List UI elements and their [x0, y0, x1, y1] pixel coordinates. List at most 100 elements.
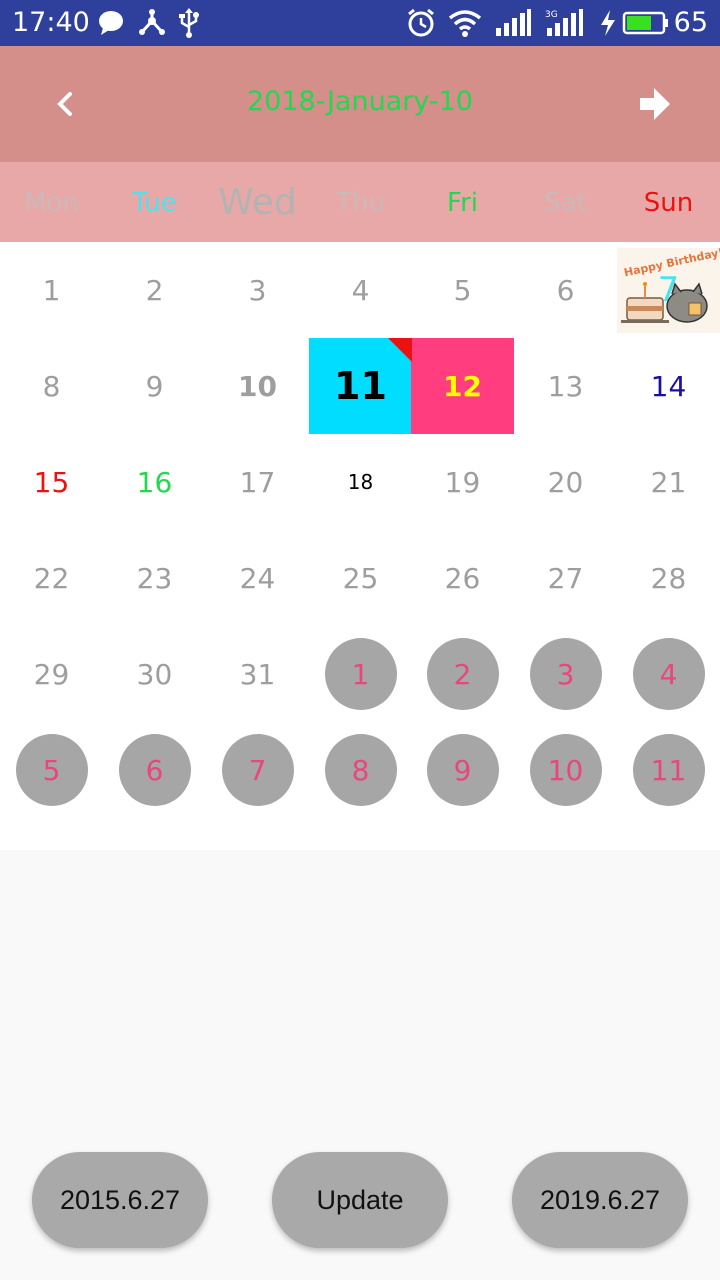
next-month-button[interactable] [630, 76, 680, 132]
usb-icon [179, 8, 199, 38]
day-number: 28 [650, 561, 687, 595]
signal-icon [496, 9, 531, 36]
day-cell[interactable]: 1 [0, 242, 103, 338]
day-cell[interactable]: 10 [514, 722, 617, 818]
day-cell[interactable]: 8 [309, 722, 412, 818]
day-cell[interactable]: 5 [411, 242, 514, 338]
day-number: 3 [248, 273, 267, 307]
day-cell[interactable]: 28 [617, 530, 720, 626]
day-cell[interactable]: 9 [103, 338, 206, 434]
day-number: 4 [351, 273, 370, 307]
day-cell-birthday[interactable]: Happy Birthday! 7 [617, 242, 720, 338]
day-cell[interactable]: 2 [411, 626, 514, 722]
day-cell[interactable]: 18 [309, 434, 412, 530]
day-cell[interactable]: 3 [514, 626, 617, 722]
day-cell[interactable]: 8 [0, 338, 103, 434]
day-number: 11 [334, 364, 387, 408]
weekday-mon: Mon [24, 188, 79, 218]
day-number: 29 [33, 657, 70, 691]
weekday-wed: Wed [218, 182, 297, 223]
day-number: 26 [444, 561, 481, 595]
day-number: 8 [351, 753, 370, 787]
day-number: 24 [239, 561, 276, 595]
day-cell[interactable]: 5 [0, 722, 103, 818]
day-cell[interactable]: 25 [309, 530, 412, 626]
day-cell[interactable]: 26 [411, 530, 514, 626]
share-icon [139, 9, 165, 35]
day-number: 4 [659, 657, 678, 691]
calendar-grid: 1 2 3 4 5 6 Happy Birthday! 7 8 9 10 11 12 13 14 15 16 17… [0, 242, 720, 850]
day-number: 19 [444, 465, 481, 499]
day-number: 7 [248, 753, 267, 787]
weekday-thu: Thu [336, 188, 385, 218]
day-cell[interactable]: 11 [309, 338, 412, 434]
day-cell[interactable]: 9 [411, 722, 514, 818]
day-cell[interactable]: 30 [103, 626, 206, 722]
day-number: 17 [239, 465, 276, 499]
day-cell[interactable]: 27 [514, 530, 617, 626]
day-cell[interactable]: 1 [309, 626, 412, 722]
day-cell[interactable]: 6 [103, 722, 206, 818]
day-cell[interactable]: 23 [103, 530, 206, 626]
jump-to-2019-button[interactable]: 2019.6.27 [512, 1152, 688, 1248]
day-cell[interactable]: 29 [0, 626, 103, 722]
day-number: 2 [453, 657, 472, 691]
day-number: 23 [136, 561, 173, 595]
day-cell[interactable]: 6 [514, 242, 617, 338]
day-cell[interactable]: 2 [103, 242, 206, 338]
day-cell[interactable]: 4 [617, 626, 720, 722]
alarm-icon [408, 8, 434, 37]
day-cell[interactable]: 17 [206, 434, 309, 530]
day-cell[interactable]: 24 [206, 530, 309, 626]
weekday-fri: Fri [447, 188, 478, 218]
today-marker-icon [388, 338, 412, 362]
day-cell[interactable]: 4 [309, 242, 412, 338]
day-number: 6 [556, 273, 575, 307]
day-number: 15 [33, 465, 70, 499]
day-cell[interactable]: 20 [514, 434, 617, 530]
weekday-sat: Sat [544, 188, 587, 218]
day-number: 16 [136, 465, 173, 499]
day-cell[interactable]: 15 [0, 434, 103, 530]
day-cell[interactable]: 16 [103, 434, 206, 530]
jump-to-2015-button[interactable]: 2015.6.27 [32, 1152, 208, 1248]
weekday-bar: Mon Tue Wed Thu Fri Sat Sun [0, 162, 720, 242]
update-button[interactable]: Update [272, 1152, 448, 1248]
day-number: 11 [650, 753, 687, 787]
day-number: 8 [42, 369, 61, 403]
day-number: 20 [547, 465, 584, 499]
current-date-title: 2018-January-10 [247, 86, 473, 117]
charging-icon [601, 10, 615, 36]
day-number: 30 [136, 657, 173, 691]
day-number: 1 [351, 657, 370, 691]
weekday-sun: Sun [643, 188, 694, 218]
status-time: 17:40 [12, 7, 90, 38]
day-cell[interactable]: 10 [206, 338, 309, 434]
day-cell[interactable]: 22 [0, 530, 103, 626]
day-number: 27 [547, 561, 584, 595]
day-number: 3 [556, 657, 575, 691]
day-number: 25 [342, 561, 379, 595]
day-number: 22 [33, 561, 70, 595]
day-cell[interactable]: 7 [206, 722, 309, 818]
day-cell[interactable]: 14 [617, 338, 720, 434]
day-cell[interactable]: 19 [411, 434, 514, 530]
battery-icon [622, 11, 668, 35]
day-cell[interactable]: 21 [617, 434, 720, 530]
day-cell[interactable]: 11 [617, 722, 720, 818]
day-cell[interactable]: 31 [206, 626, 309, 722]
day-number: 5 [42, 753, 61, 787]
day-cell[interactable]: 3 [206, 242, 309, 338]
weekday-tue: Tue [132, 188, 177, 218]
chat-icon [99, 11, 123, 35]
day-number: 5 [453, 273, 472, 307]
day-number: 21 [650, 465, 687, 499]
day-number: 12 [443, 369, 482, 403]
day-number: 7 [657, 270, 680, 310]
calendar-header: 2018-January-10 [0, 46, 720, 162]
3g-signal-icon: 3G [545, 9, 583, 36]
day-number: 9 [453, 753, 472, 787]
day-cell[interactable]: 12 [411, 338, 514, 434]
day-number: 31 [239, 657, 276, 691]
day-cell[interactable]: 13 [514, 338, 617, 434]
